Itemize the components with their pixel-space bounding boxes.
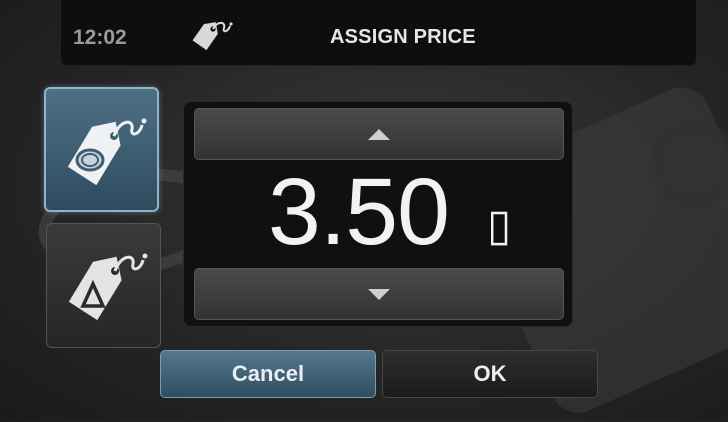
background-tag-hole-graphic <box>650 120 728 208</box>
page-title: ASSIGN PRICE <box>330 26 476 48</box>
arrow-up-icon <box>368 129 390 140</box>
cancel-button[interactable]: Cancel <box>160 350 376 398</box>
arrow-down-icon <box>368 289 390 300</box>
clock: 12:02 <box>73 26 127 49</box>
price-adjust-mode-button[interactable] <box>46 223 161 348</box>
currency-symbol: ▯ <box>487 201 512 250</box>
status-bar: 12:02 ASSIGN PRICE <box>60 0 697 66</box>
ok-button[interactable]: OK <box>382 350 598 398</box>
price-tag-delta-icon <box>68 253 148 321</box>
price-value: 3.50 <box>268 159 450 265</box>
price-tag-coin-icon <box>67 118 147 186</box>
price-tag-icon <box>188 16 236 56</box>
increment-button[interactable] <box>194 108 564 160</box>
assign-price-mode-button[interactable] <box>44 87 159 212</box>
decrement-button[interactable] <box>194 268 564 320</box>
